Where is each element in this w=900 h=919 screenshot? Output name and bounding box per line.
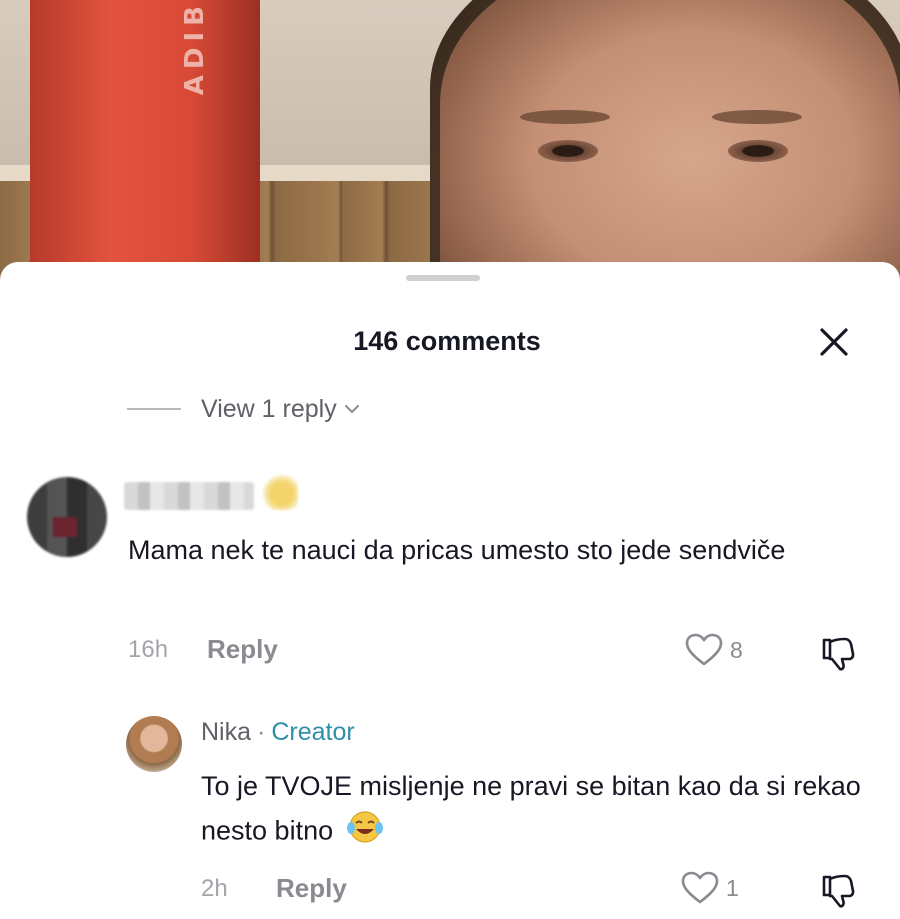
- right-eyebrow: [712, 110, 802, 124]
- dislike-button[interactable]: [818, 634, 858, 674]
- thumbs-down-icon: [822, 637, 855, 671]
- reply-comment-text: To je TVOJE misljenje ne pravi se bitan …: [201, 764, 861, 857]
- like-button[interactable]: 1: [680, 870, 739, 906]
- close-icon: [820, 328, 848, 356]
- comment-text: Mama nek te nauci da pricas umesto sto j…: [128, 535, 786, 565]
- person-face: [440, 0, 900, 300]
- heart-icon: [681, 871, 719, 904]
- blurred-username[interactable]: [124, 482, 254, 510]
- reply-button[interactable]: Reply: [207, 634, 278, 665]
- bottle-text: ADIB: [180, 0, 210, 96]
- reply-time: 2h: [201, 875, 228, 903]
- close-button[interactable]: [816, 324, 852, 360]
- heart-icon: [685, 633, 723, 666]
- comments-count-title: 146 comments: [353, 326, 541, 356]
- reply-label: Reply: [276, 873, 347, 903]
- creator-username[interactable]: Nika: [201, 718, 251, 747]
- avatar[interactable]: [27, 477, 107, 557]
- creator-badge: Creator: [271, 718, 355, 746]
- red-bottle: ADIB: [30, 0, 260, 280]
- separator-dot: ·: [257, 718, 266, 746]
- divider-line: [127, 408, 181, 410]
- reply-button[interactable]: Reply: [276, 873, 347, 904]
- laughing-tears-emoji-icon: [345, 808, 385, 857]
- left-eye: [538, 140, 598, 162]
- like-count: 1: [726, 874, 739, 901]
- view-replies-button[interactable]: View 1 reply: [127, 392, 361, 426]
- drag-handle[interactable]: [406, 275, 480, 281]
- reply-time-label: 2h: [201, 875, 228, 902]
- view-replies-label: View 1 reply: [201, 394, 337, 423]
- thumbs-down-icon: [822, 874, 855, 908]
- like-count: 8: [730, 636, 743, 663]
- like-button[interactable]: 8: [684, 632, 743, 668]
- creator-name-row: Nika · Creator: [201, 718, 355, 747]
- blurred-emoji: [262, 474, 298, 510]
- left-eyebrow: [520, 110, 610, 124]
- comment-time: 16h: [128, 636, 168, 664]
- comments-sheet: 146 comments View 1 reply Mama nek te na…: [0, 262, 900, 919]
- dislike-button[interactable]: [818, 871, 858, 911]
- reply-comment-body: To je TVOJE misljenje ne pravi se bitan …: [201, 771, 861, 846]
- chevron-down-icon: [344, 405, 359, 414]
- right-eye: [728, 140, 788, 162]
- comment-time-label: 16h: [128, 636, 169, 663]
- creator-avatar[interactable]: [126, 716, 182, 772]
- reply-label: Reply: [207, 634, 278, 664]
- video-background[interactable]: ADIB: [0, 0, 900, 300]
